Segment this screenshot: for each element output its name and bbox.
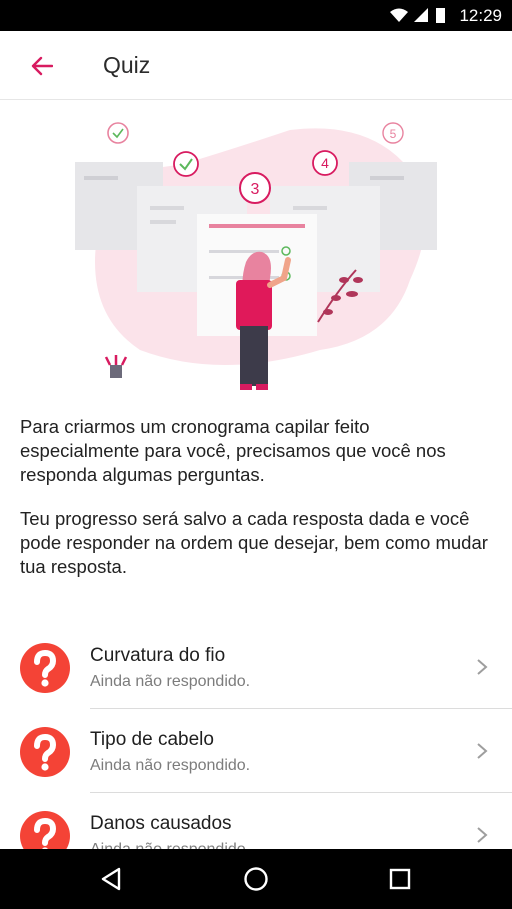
battery-icon (436, 8, 445, 23)
help-icon (20, 727, 70, 777)
quiz-item-curvatura[interactable]: Curvatura do fio Ainda não respondido. (0, 625, 512, 709)
step-current-label: 3 (251, 181, 260, 198)
home-circle-icon[interactable] (241, 864, 271, 894)
intro-paragraph-2: Teu progresso será salvo a cada resposta… (20, 508, 488, 577)
chevron-right-icon (477, 659, 488, 675)
status-icons (390, 8, 445, 23)
quiz-item-title: Tipo de cabelo (90, 729, 214, 750)
signal-icon (414, 8, 428, 22)
step-next-label: 4 (321, 155, 329, 171)
recents-square-icon[interactable] (385, 864, 415, 894)
quiz-item-tipo-cabelo[interactable]: Tipo de cabelo Ainda não respondido. (0, 709, 512, 793)
arrow-back-icon (31, 56, 53, 76)
quiz-item-title: Danos causados (90, 813, 232, 834)
wifi-icon (390, 8, 408, 22)
quiz-illustration: 3 4 5 (75, 122, 437, 390)
page-title: Quiz (103, 52, 151, 78)
app-bar: Quiz (0, 31, 512, 100)
status-time: 12:29 (459, 6, 502, 25)
chevron-right-icon (477, 743, 488, 759)
quiz-list: Curvatura do fio Ainda não respondido. T… (0, 625, 512, 877)
status-bar: 12:29 (0, 0, 512, 31)
chevron-right-icon (477, 827, 488, 843)
back-triangle-icon[interactable] (97, 864, 127, 894)
quiz-item-status: Ainda não respondido. (90, 673, 251, 690)
quiz-item-title: Curvatura do fio (90, 645, 226, 666)
step-last-label: 5 (390, 127, 397, 141)
intro-paragraph-1: Para criarmos um cronograma capilar feit… (20, 416, 446, 485)
quiz-item-status: Ainda não respondido. (90, 757, 251, 774)
help-icon (20, 643, 70, 693)
system-nav-bar (0, 849, 512, 909)
back-button[interactable] (22, 48, 62, 84)
